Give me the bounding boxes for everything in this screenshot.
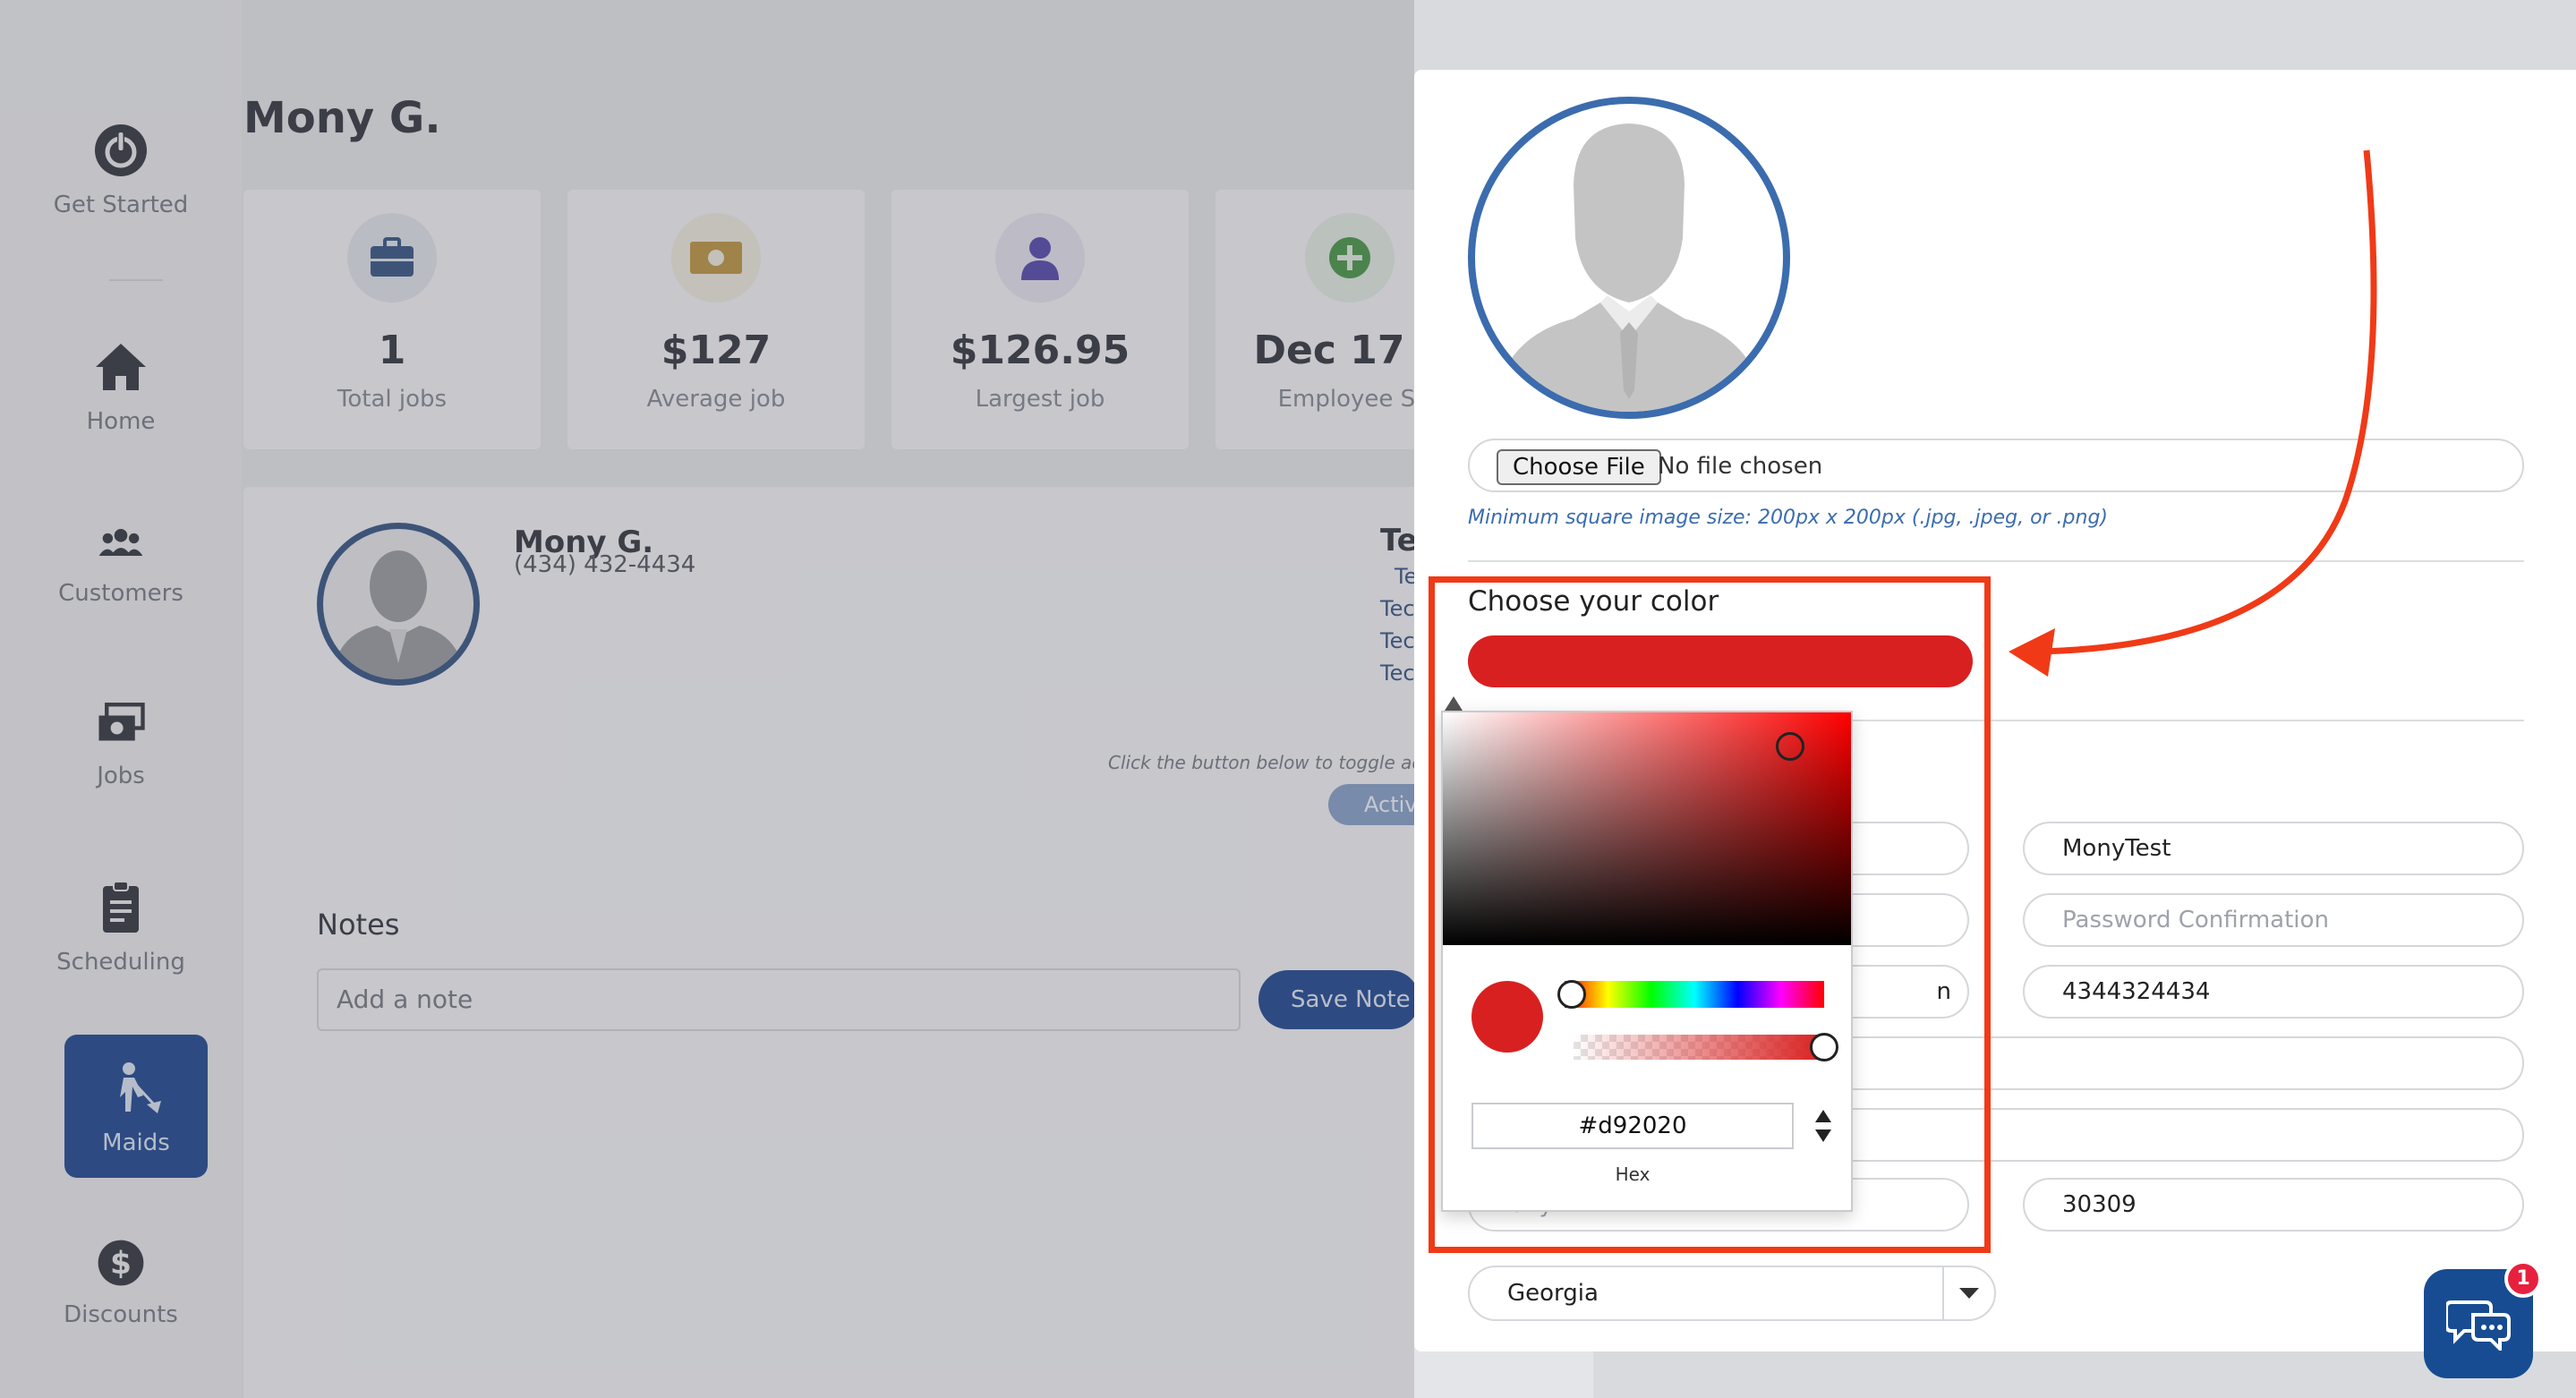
chevron-down-icon [1942, 1267, 1994, 1319]
zip-field[interactable]: 30309 [2023, 1178, 2524, 1232]
state-select-value: Georgia [1507, 1280, 1599, 1307]
hex-input[interactable]: #d92020 [1471, 1103, 1794, 1149]
file-size-hint: Minimum square image size: 200px x 200px… [1468, 507, 2109, 529]
edit-employee-modal: Choose File No file chosen Minimum squar… [1414, 70, 2576, 1351]
color-picker-popup: #d92020 Hex [1441, 711, 1853, 1212]
person-silhouette-icon [1493, 124, 1765, 412]
modal-backdrop[interactable] [0, 0, 1414, 1398]
color-preview-swatch [1471, 981, 1543, 1053]
alpha-slider[interactable] [1574, 1035, 1824, 1060]
hue-slider[interactable] [1565, 981, 1824, 1008]
username-field[interactable]: MonyTest [2023, 822, 2524, 875]
hue-slider-handle[interactable] [1557, 980, 1586, 1009]
format-toggle-icon[interactable] [1812, 1106, 1835, 1146]
divider [1468, 560, 2524, 562]
saturation-handle[interactable] [1776, 732, 1804, 761]
phone-field[interactable]: 4344324434 [2023, 965, 2524, 1019]
file-upload-row: Choose File No file chosen [1468, 439, 2524, 492]
notification-badge: 1 [2504, 1260, 2542, 1298]
file-status: No file chosen [1658, 453, 1823, 480]
profile-avatar[interactable] [1468, 97, 1790, 419]
alpha-slider-handle[interactable] [1810, 1033, 1838, 1061]
chat-bubbles-icon [2446, 1300, 2511, 1351]
state-select[interactable]: Georgia [1468, 1266, 1996, 1321]
color-select-bar[interactable] [1468, 635, 1973, 687]
picker-pointer [1445, 696, 1463, 711]
color-label: Choose your color [1468, 585, 1719, 618]
hex-label: Hex [1615, 1164, 1651, 1185]
password-confirmation-field[interactable]: Password Confirmation [2023, 893, 2524, 947]
choose-file-button[interactable]: Choose File [1497, 449, 1661, 485]
